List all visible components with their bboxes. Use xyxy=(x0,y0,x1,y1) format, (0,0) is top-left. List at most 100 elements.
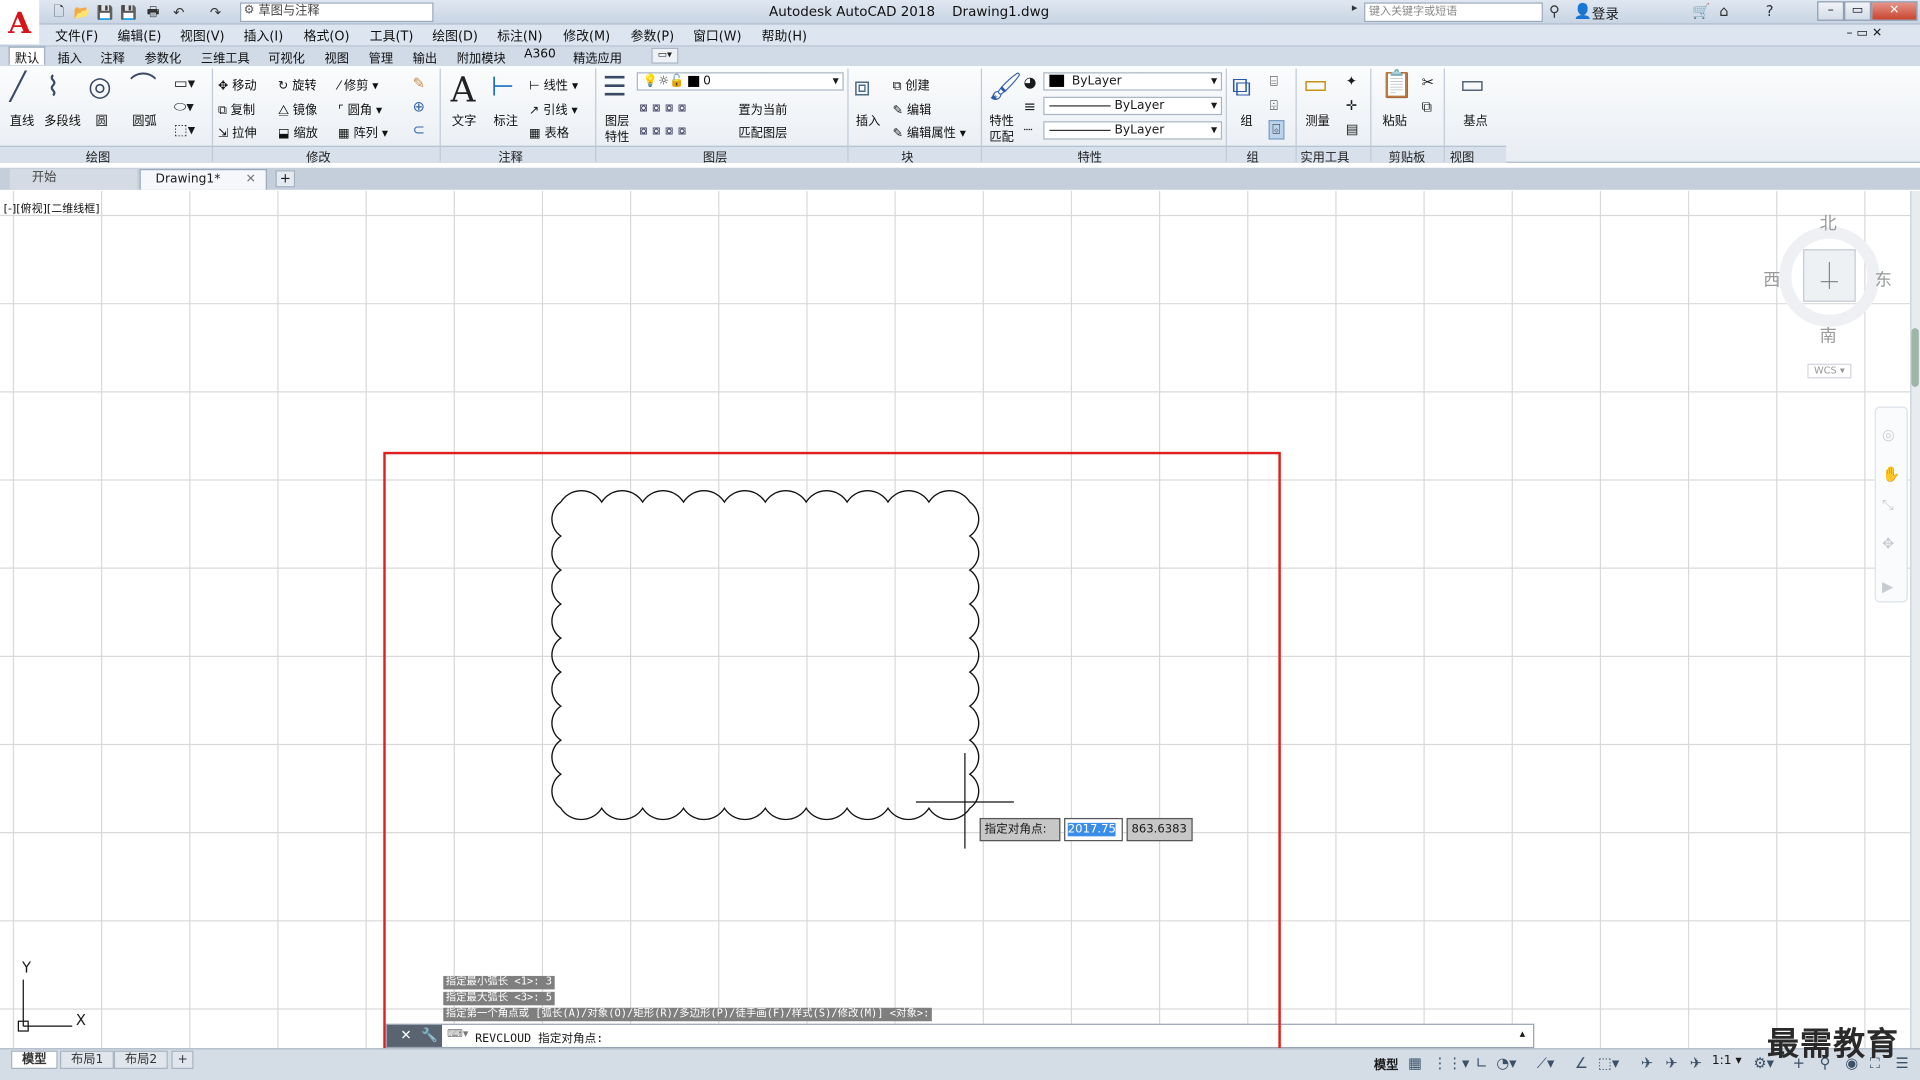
close-icon[interactable]: ✕ xyxy=(246,170,256,190)
minimize-button[interactable]: – xyxy=(1817,1,1845,21)
isometric-icon[interactable]: ⟋▾ xyxy=(1537,1054,1555,1072)
trim-button[interactable]: ⁄ 修剪 ▾ xyxy=(338,75,378,93)
polyline-icon[interactable]: ⌇ xyxy=(47,73,60,102)
model-space-toggle[interactable]: 模型 xyxy=(1374,1054,1398,1072)
binoculars-icon[interactable]: ⚲ xyxy=(1549,2,1560,19)
explode-icon[interactable]: ⊕ xyxy=(413,98,425,115)
paste-icon[interactable]: 📋 xyxy=(1380,70,1414,100)
menu-dimension[interactable]: 标注(N) xyxy=(497,27,542,45)
add-layout-button[interactable]: + xyxy=(171,1050,194,1069)
menu-window[interactable]: 窗口(W) xyxy=(693,27,741,45)
boundary-icon[interactable]: ⬚▾ xyxy=(174,121,195,138)
paste-button[interactable]: 粘贴 xyxy=(1382,110,1406,128)
layer-tools-icon[interactable]: ⧇ ⧇ ⧇ ⧇ xyxy=(639,99,686,116)
insert-block-icon[interactable]: ⧈ xyxy=(853,73,870,102)
line-button[interactable]: 直线 xyxy=(10,110,34,128)
menu-view[interactable]: 视图(V) xyxy=(180,27,225,45)
tab-default[interactable]: 默认 xyxy=(8,46,46,66)
showmotion-icon[interactable]: ▶ xyxy=(1882,578,1893,595)
layout-tab-model[interactable]: 模型 xyxy=(11,1050,58,1069)
redo-icon[interactable]: ↷ xyxy=(206,2,226,22)
tab-start[interactable]: 开始 xyxy=(9,168,138,190)
quick-select-icon[interactable]: ✦ xyxy=(1346,73,1357,89)
viewcube[interactable] xyxy=(1779,226,1880,327)
maximize-button[interactable]: ▭ xyxy=(1844,1,1872,21)
workspace-select[interactable]: 草图与注释 xyxy=(240,2,434,23)
steering-wheel-icon[interactable]: ◎ xyxy=(1882,426,1895,443)
compass-west[interactable]: 西 xyxy=(1763,267,1780,291)
ungroup-icon[interactable]: ⌸ xyxy=(1270,73,1278,90)
compass-south[interactable]: 南 xyxy=(1820,323,1837,347)
base-view-icon[interactable]: ▭ xyxy=(1460,70,1485,100)
scrollbar-thumb[interactable] xyxy=(1911,328,1919,387)
tab-annotate[interactable]: 注释 xyxy=(96,48,130,66)
leader-button[interactable]: ↗ 引线 ▾ xyxy=(529,99,578,117)
snap-mode-icon[interactable]: ⋮⋮▾ xyxy=(1433,1054,1470,1071)
menu-file[interactable]: 文件(F) xyxy=(55,27,98,45)
edit-block-button[interactable]: ✎ 编辑 xyxy=(893,99,932,117)
linear-button[interactable]: ⊢ 线性 ▾ xyxy=(529,75,578,93)
auto-scale-icon[interactable]: ✈ xyxy=(1665,1054,1677,1071)
open-file-icon[interactable]: 📂 xyxy=(72,2,92,22)
zoom-icon[interactable]: ⤡ xyxy=(1882,496,1894,514)
match-properties-label-2[interactable]: 匹配 xyxy=(989,126,1013,144)
new-file-icon[interactable]: 🗋 xyxy=(49,2,69,22)
lineweight-select[interactable]: ByLayer ▾ xyxy=(1043,96,1223,116)
object-snap-tracking-icon[interactable]: ∠ xyxy=(1575,1054,1588,1071)
move-button[interactable]: ✥ 移动 xyxy=(218,75,257,93)
fillet-button[interactable]: ⌜ 圆角 ▾ xyxy=(338,99,382,117)
search-input[interactable]: 键入关键字或短语 xyxy=(1364,2,1543,23)
hatch-icon[interactable]: ⬭▾ xyxy=(174,98,194,116)
annotation-scale-select[interactable]: 1:1 ▾ xyxy=(1712,1054,1742,1067)
match-properties-icon[interactable]: 🖌 xyxy=(988,73,1022,102)
menu-parametric[interactable]: 参数(P) xyxy=(631,27,675,45)
match-layer-button[interactable]: 匹配图层 xyxy=(738,122,787,140)
layer-tools-icon[interactable]: ⧇ ⧇ ⧇ ⧇ xyxy=(639,122,686,139)
rectangle-icon[interactable]: ▭▾ xyxy=(174,75,195,92)
table-button[interactable]: ▦ 表格 xyxy=(529,122,569,140)
measure-button[interactable]: 测量 xyxy=(1305,110,1329,128)
calculator-icon[interactable]: ▤ xyxy=(1346,121,1359,137)
group-selection-icon[interactable]: ⌺ xyxy=(1268,120,1285,140)
cut-icon[interactable]: ✂ xyxy=(1422,73,1434,90)
polar-tracking-icon[interactable]: ◔▾ xyxy=(1496,1054,1516,1071)
orbit-icon[interactable]: ✥ xyxy=(1882,535,1894,552)
point-icon[interactable]: ✛ xyxy=(1346,98,1357,114)
text-icon[interactable]: A xyxy=(451,70,476,110)
compass-east[interactable]: 东 xyxy=(1875,267,1892,291)
user-icon[interactable]: 👤 xyxy=(1573,2,1591,19)
linetype-select[interactable]: ByLayer ▾ xyxy=(1043,121,1223,140)
group-edit-icon[interactable]: ⌹ xyxy=(1270,98,1278,115)
polyline-button[interactable]: 多段线 xyxy=(44,110,81,128)
tab-view[interactable]: 视图 xyxy=(320,48,354,66)
measure-icon[interactable]: ▭ xyxy=(1303,70,1328,100)
erase-icon[interactable]: ✎ xyxy=(413,75,425,92)
dimension-icon[interactable]: ⊢ xyxy=(491,73,514,102)
tab-addins[interactable]: 附加模块 xyxy=(452,48,511,66)
edit-attributes-button[interactable]: ✎ 编辑属性 ▾ xyxy=(893,122,966,140)
layout-tab-layout1[interactable]: 布局1 xyxy=(60,1050,115,1069)
object-snap-icon[interactable]: ⬚▾ xyxy=(1598,1054,1619,1071)
layer-select[interactable]: 💡☼🔓 0 ▾ xyxy=(636,72,844,91)
tab-parametric[interactable]: 参数化 xyxy=(140,48,187,66)
tab-output[interactable]: 输出 xyxy=(408,48,442,66)
tab-insert[interactable]: 插入 xyxy=(53,48,87,66)
group-button[interactable]: 组 xyxy=(1240,110,1252,128)
offset-icon[interactable]: ⊂ xyxy=(413,121,425,138)
scale-button[interactable]: ⬓ 缩放 xyxy=(278,122,318,140)
arc-button[interactable]: 圆弧 xyxy=(132,110,156,128)
insert-block-button[interactable]: 插入 xyxy=(856,110,880,128)
save-icon[interactable]: 💾 xyxy=(96,2,116,22)
chevron-up-icon[interactable]: ▴ xyxy=(1520,1029,1526,1041)
wcs-menu[interactable]: WCS ▾ xyxy=(1807,363,1852,379)
help-icon[interactable]: ? xyxy=(1766,2,1774,19)
group-icon[interactable]: ⧉ xyxy=(1232,73,1251,102)
panel-properties-label[interactable]: 特性 xyxy=(1078,147,1102,165)
circle-icon[interactable]: ◎ xyxy=(88,73,112,102)
panel-modify-label[interactable]: 修改 xyxy=(306,147,330,165)
panel-layers-label[interactable]: 图层 xyxy=(703,147,727,165)
arc-icon[interactable]: ⌒ xyxy=(130,73,157,102)
viewport-controls[interactable]: [-][俯视][二维线框] xyxy=(4,200,100,215)
circle-button[interactable]: 圆 xyxy=(96,110,108,128)
set-current-button[interactable]: 置为当前 xyxy=(738,99,787,117)
